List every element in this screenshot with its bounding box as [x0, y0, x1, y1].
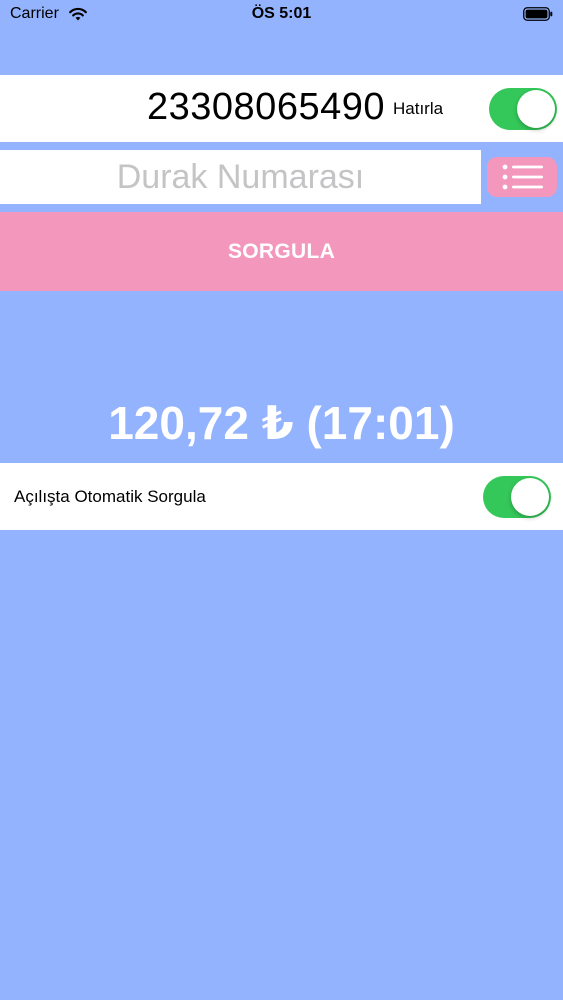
remember-toggle[interactable]	[489, 88, 557, 130]
status-bar: Carrier ÖS 5:01	[0, 0, 563, 30]
remember-label: Hatırla	[393, 99, 444, 118]
card-number: 23308065490	[147, 86, 385, 128]
stop-list-button[interactable]	[487, 157, 557, 197]
toggle-knob	[511, 478, 549, 516]
toggle-knob	[517, 90, 555, 128]
stop-number-input[interactable]	[0, 150, 481, 204]
stop-input-container	[0, 150, 481, 204]
card-number-row: 23308065490 Hatırla	[0, 75, 563, 142]
query-button[interactable]: SORGULA	[0, 212, 563, 291]
auto-query-toggle[interactable]	[483, 476, 551, 518]
balance-display: 120,72 ₺ (17:01)	[108, 397, 455, 449]
battery-icon	[523, 7, 553, 21]
status-time: ÖS 5:01	[251, 5, 312, 22]
list-icon	[502, 164, 543, 190]
auto-query-label: Açılışta Otomatik Sorgula	[14, 487, 206, 506]
auto-query-row: Açılışta Otomatik Sorgula	[0, 463, 563, 530]
